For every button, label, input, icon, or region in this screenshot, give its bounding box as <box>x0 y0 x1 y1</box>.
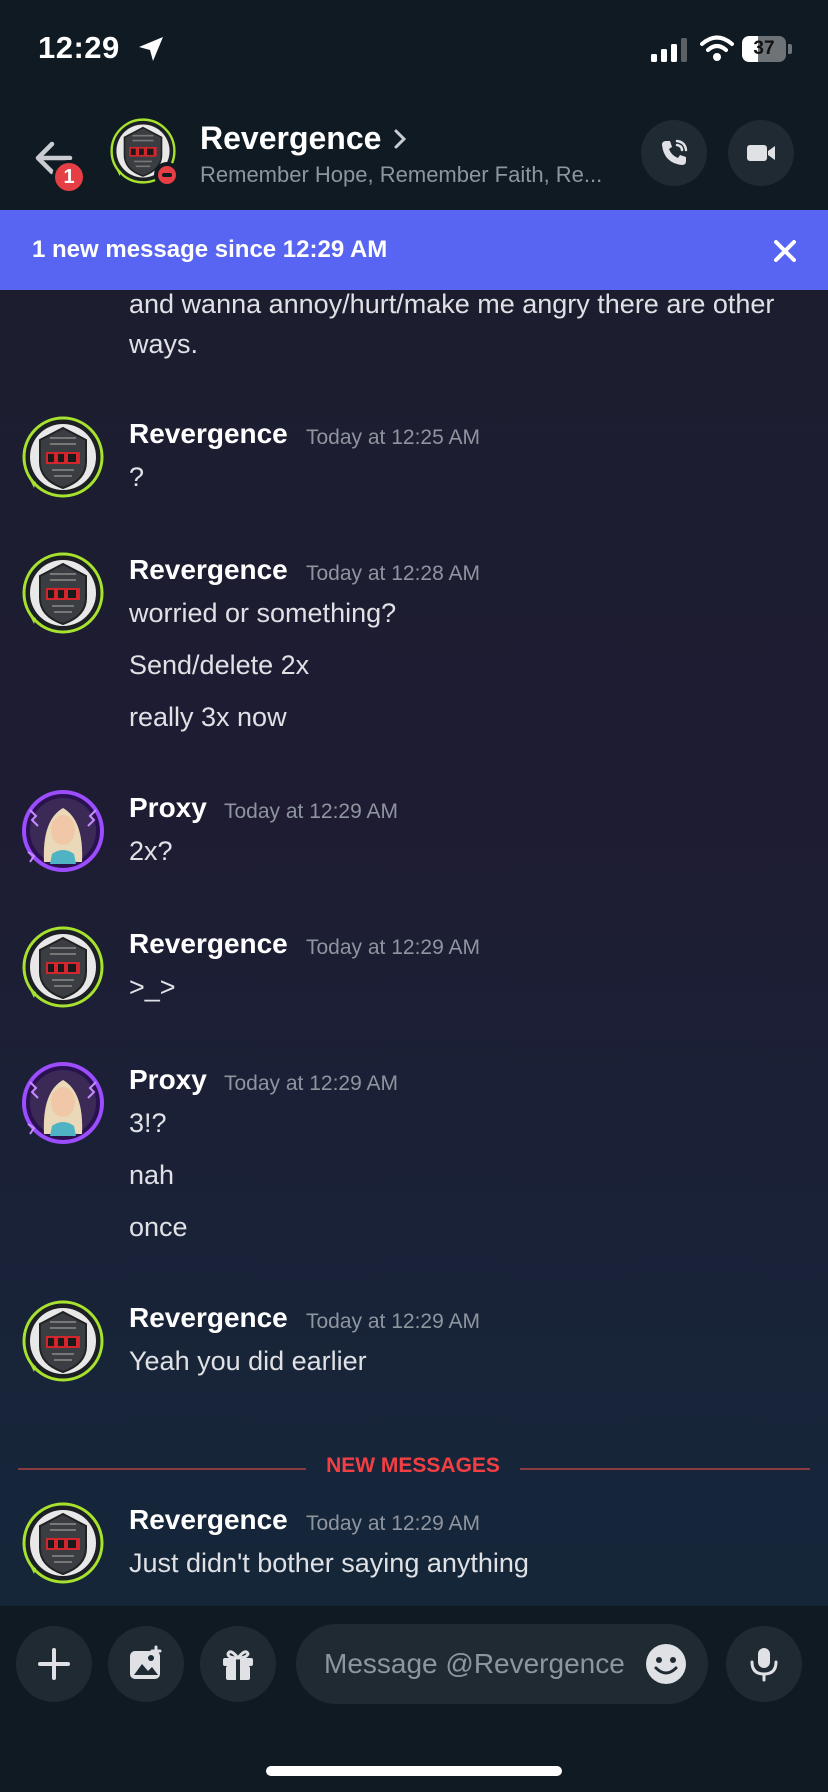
message-text: 3!? <box>129 1108 167 1138</box>
new-messages-divider: NEW MESSAGES <box>18 1454 810 1484</box>
message-text: >_> <box>129 972 176 1002</box>
message-author[interactable]: Revergence <box>129 554 288 586</box>
location-arrow-icon <box>139 37 163 61</box>
avatar[interactable] <box>22 926 104 1008</box>
gift-icon <box>223 1650 253 1680</box>
image-upload-button[interactable] <box>108 1626 184 1702</box>
signal-icon <box>651 38 687 62</box>
home-indicator[interactable] <box>266 1766 562 1776</box>
avatar[interactable] <box>22 1062 104 1144</box>
image-icon <box>130 1645 162 1679</box>
message-timestamp: Today at 12:29 AM <box>224 800 398 823</box>
chat-header: 1 Revergence Remember Hope, Remember Fai… <box>0 100 828 210</box>
unread-badge: 1 <box>52 160 86 194</box>
message-text: Send/delete 2x <box>129 650 310 680</box>
status-time: 12:29 <box>38 30 120 65</box>
avatar[interactable] <box>22 1502 104 1584</box>
message-timestamp: Today at 12:29 AM <box>306 936 480 959</box>
message-author[interactable]: Revergence <box>129 1302 288 1334</box>
voice-message-button[interactable] <box>726 1626 802 1702</box>
message-list[interactable]: and wanna annoy/hurt/make me angry there… <box>0 290 828 1606</box>
message-author[interactable]: Revergence <box>129 418 288 450</box>
avatar[interactable] <box>22 790 104 872</box>
status-bar: 12:29 37 <box>0 0 828 100</box>
mic-icon <box>750 1648 778 1682</box>
message-input[interactable]: Message @Revergence <box>296 1624 708 1704</box>
message-text: ? <box>129 462 145 492</box>
gift-button[interactable] <box>200 1626 276 1702</box>
message-text: really 3x now <box>129 702 287 732</box>
message-timestamp: Today at 12:25 AM <box>306 426 480 449</box>
message-timestamp: Today at 12:29 AM <box>306 1512 480 1535</box>
avatar[interactable] <box>22 416 104 498</box>
plus-icon <box>38 1648 70 1680</box>
battery-indicator: 37 <box>742 36 792 62</box>
wifi-icon <box>700 35 734 61</box>
message-text: and wanna annoy/hurt/make me angry there… <box>129 290 775 359</box>
message-author[interactable]: Proxy <box>129 1064 207 1096</box>
banner-text: 1 new message since 12:29 AM <box>32 236 388 263</box>
message-composer: Message @Revergence <box>0 1606 828 1792</box>
video-call-button[interactable] <box>728 120 794 186</box>
phone-icon <box>662 139 688 165</box>
message-timestamp: Today at 12:28 AM <box>306 562 480 585</box>
emoji-icon[interactable] <box>644 1642 688 1686</box>
close-icon[interactable] <box>772 238 798 264</box>
message-input-placeholder: Message @Revergence <box>324 1648 625 1679</box>
message-author[interactable]: Revergence <box>129 1504 288 1536</box>
voice-call-button[interactable] <box>641 120 707 186</box>
message-text: Yeah you did earlier <box>129 1346 367 1376</box>
chevron-right-icon[interactable] <box>392 128 408 150</box>
message-author[interactable]: Proxy <box>129 792 207 824</box>
message-text: nah <box>129 1160 175 1190</box>
avatar[interactable] <box>22 552 104 634</box>
message-text: worried or something? <box>129 598 397 628</box>
add-attachment-button[interactable] <box>16 1626 92 1702</box>
new-messages-label: NEW MESSAGES <box>326 1454 500 1477</box>
custom-status[interactable]: Remember Hope, Remember Faith, Re... <box>200 162 602 188</box>
new-message-banner[interactable]: 1 new message since 12:29 AM <box>0 210 828 290</box>
channel-name[interactable]: Revergence <box>200 120 381 157</box>
message-text: 2x? <box>129 836 173 866</box>
dnd-status-icon <box>154 162 180 188</box>
video-icon <box>747 145 775 161</box>
avatar[interactable] <box>22 1300 104 1382</box>
message-text: once <box>129 1212 188 1242</box>
message-text: Just didn't bother saying anything <box>129 1548 529 1578</box>
message-timestamp: Today at 12:29 AM <box>306 1310 480 1333</box>
battery-text: 37 <box>753 38 775 59</box>
message-timestamp: Today at 12:29 AM <box>224 1072 398 1095</box>
message-author[interactable]: Revergence <box>129 928 288 960</box>
